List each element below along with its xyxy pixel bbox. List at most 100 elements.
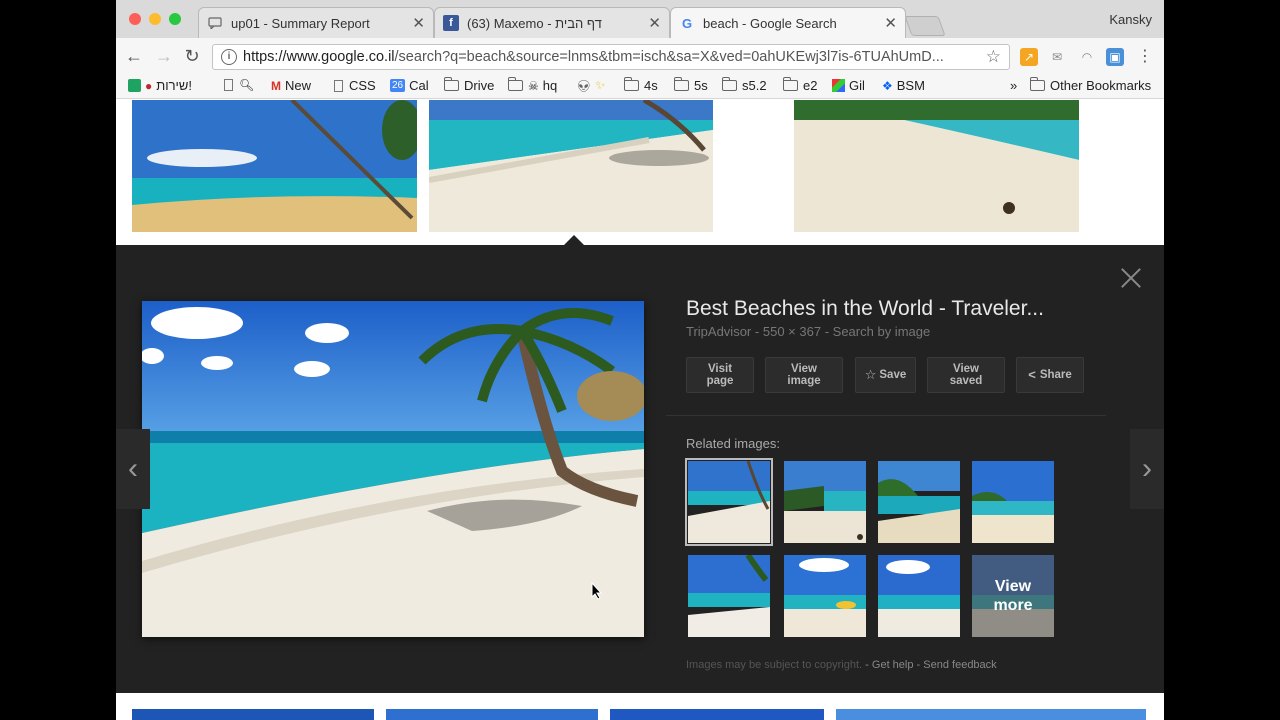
result-image-thumbnail[interactable] (429, 100, 713, 232)
view-more-line: View (994, 578, 1032, 595)
close-icon[interactable] (1120, 267, 1142, 289)
bookmark-sheets[interactable]: ● שירות! (128, 78, 192, 93)
browser-window: up01 - Summary Report ✕ f (63) Maxemo - … (116, 0, 1164, 720)
sheets-icon (128, 79, 141, 92)
bookmark-label: hq (542, 78, 558, 93)
bookmark-alien[interactable]: 👽︎ ✨︎ (576, 78, 609, 93)
image-title[interactable]: Best Beaches in the World - Traveler... (686, 297, 1044, 321)
footer-separator: - (916, 659, 921, 671)
button-label-line: page (706, 375, 734, 387)
tab-maxemo[interactable]: f (63) Maxemo - דף הבית ✕ (434, 7, 670, 38)
bookmark-s52[interactable]: s5.2 (722, 77, 767, 93)
dropbox-icon: ❖ (882, 78, 893, 93)
new-tab-button[interactable] (904, 16, 946, 36)
bookmark-5s[interactable]: 5s (674, 77, 708, 93)
mouse-cursor-icon (591, 581, 603, 605)
bookmark-calendar[interactable]: 26 Cal (390, 78, 429, 93)
bookmark-label: s5.2 (742, 78, 767, 93)
extension-icon[interactable]: ✉ (1048, 48, 1066, 66)
view-more-line: more (993, 597, 1033, 614)
bookmark-drive[interactable]: Drive (444, 77, 495, 93)
result-image-thumbnail[interactable] (132, 100, 417, 232)
tab-google-search[interactable]: G beach - Google Search ✕ (670, 7, 906, 38)
user-extension-icon[interactable]: ▣ (1106, 48, 1124, 66)
back-arrow-icon[interactable]: ← (124, 46, 144, 67)
info-icon[interactable]: i (221, 49, 237, 65)
tab-label: beach - Google Search (703, 15, 837, 31)
page-icon (224, 79, 233, 91)
reload-icon[interactable]: ↻ (182, 46, 202, 67)
zoom-window-button[interactable] (169, 13, 181, 25)
folder-icon (444, 77, 459, 91)
tab-label: up01 - Summary Report (231, 15, 370, 31)
related-image[interactable] (972, 461, 1054, 543)
previous-arrow-icon[interactable]: ‹ (116, 429, 150, 509)
result-image-thumbnail[interactable] (794, 100, 1079, 232)
next-arrow-icon[interactable]: › (1130, 429, 1164, 509)
chart-extension-icon[interactable]: ↗ (1020, 48, 1038, 66)
bookmark-hq[interactable]: ☠ hq (508, 77, 558, 93)
search-by-image-link[interactable]: Search by image (833, 324, 931, 339)
result-image-thumbnail[interactable] (386, 709, 598, 720)
result-image-thumbnail[interactable] (836, 709, 1146, 720)
tab-strip: up01 - Summary Report ✕ f (63) Maxemo - … (116, 0, 1164, 38)
save-button[interactable]: ☆ Save (855, 357, 916, 393)
bookmark-blank[interactable]: 🔍︎ (224, 78, 258, 92)
folder-icon (1030, 77, 1045, 91)
bookmark-gmail[interactable]: M New (271, 78, 311, 93)
related-image[interactable] (784, 555, 866, 637)
minimize-window-button[interactable] (149, 13, 161, 25)
bookmark-e2[interactable]: e2 (783, 77, 817, 93)
tab-close-icon[interactable]: ✕ (884, 14, 897, 32)
colorful-icon (832, 79, 845, 92)
bookmark-4s[interactable]: 4s (624, 77, 658, 93)
bookmark-label: Gil (849, 78, 865, 93)
tab-summary-report[interactable]: up01 - Summary Report ✕ (198, 7, 434, 38)
send-feedback-link[interactable]: Send feedback (923, 659, 996, 671)
bookmark-bsm[interactable]: ❖ BSM (882, 78, 925, 93)
menu-icon[interactable]: ⋮ (1136, 48, 1154, 66)
bookmark-other[interactable]: Other Bookmarks (1030, 77, 1151, 93)
wifi-icon[interactable]: ◠ (1078, 48, 1096, 66)
view-saved-button[interactable]: View saved (927, 357, 1005, 393)
tab-close-icon[interactable]: ✕ (412, 14, 425, 32)
related-image[interactable] (878, 461, 960, 543)
image-detail-panel: Best Beaches in the World - Traveler... … (116, 235, 1164, 693)
close-window-button[interactable] (129, 13, 141, 25)
related-image[interactable] (784, 461, 866, 543)
main-preview-image[interactable] (142, 301, 644, 637)
share-icon: < (1028, 367, 1036, 382)
address-bar[interactable]: i https://www.google.co.il/search?q=beac… (212, 44, 1010, 70)
url-host: https://www.google.co.il (243, 49, 395, 65)
bookmark-css[interactable]: CSS (334, 78, 376, 93)
bookmark-label: Drive (464, 78, 495, 93)
view-image-button[interactable]: View image (765, 357, 843, 393)
share-button[interactable]: < Share (1016, 357, 1084, 393)
magnifier-icon: 🔍︎ (239, 78, 255, 92)
folder-icon (722, 77, 737, 91)
result-image-thumbnail[interactable] (610, 709, 824, 720)
related-image[interactable] (685, 458, 773, 546)
gmail-icon: M (271, 78, 281, 93)
forward-arrow-icon[interactable]: → (154, 46, 174, 67)
alien-icon: 👽︎ (576, 78, 592, 93)
visit-page-button[interactable]: Visit page (686, 357, 754, 393)
chat-bubble-icon (207, 15, 223, 31)
bookmark-gil[interactable]: Gil (832, 78, 865, 93)
meta-separator: - (824, 324, 830, 339)
view-more-label: View more (972, 555, 1054, 637)
tab-close-icon[interactable]: ✕ (648, 14, 661, 32)
bookmarks-overflow-chevron[interactable]: » (1010, 78, 1017, 93)
bookmark-star-icon[interactable]: ☆ (986, 47, 1001, 67)
sparkle-icon: ✨︎ (595, 78, 606, 92)
related-images-label: Related images: (686, 436, 780, 451)
profile-name[interactable]: Kansky (1109, 12, 1152, 27)
related-image[interactable] (878, 555, 960, 637)
get-help-link[interactable]: Get help (872, 659, 914, 671)
view-more-button[interactable]: View more (972, 555, 1054, 637)
panel-footer: Images may be subject to copyright. - Ge… (686, 659, 997, 671)
bookmark-label: Cal (409, 78, 429, 93)
result-image-thumbnail[interactable] (132, 709, 374, 720)
related-image[interactable] (688, 555, 770, 637)
image-source[interactable]: TripAdvisor (686, 324, 751, 339)
